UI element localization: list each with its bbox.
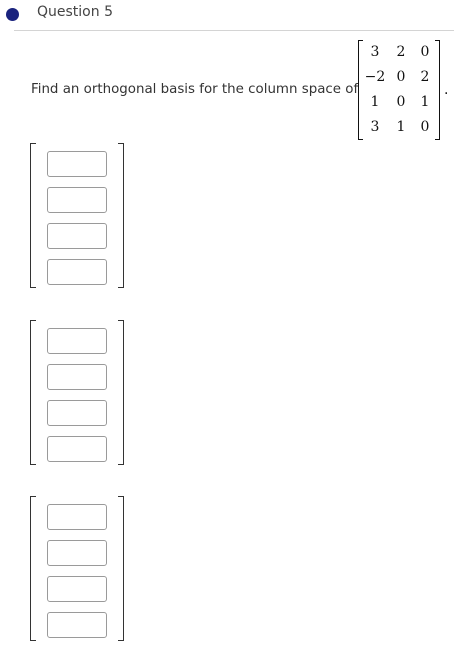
matrix-cell: 1 (420, 94, 430, 110)
matrix-left-bracket (358, 40, 363, 140)
answer-vector-1 (30, 143, 124, 288)
vector-left-bracket (30, 143, 36, 288)
vector-entry-input[interactable] (47, 328, 107, 354)
vector-right-bracket (118, 496, 124, 641)
matrix: 3 2 0 −2 0 2 1 0 1 3 1 0 (358, 40, 440, 140)
matrix-cell: 0 (420, 119, 430, 135)
vector-right-bracket (118, 143, 124, 288)
question-title: Question 5 (37, 4, 113, 20)
matrix-cell: 1 (370, 94, 380, 110)
vector-entry-input[interactable] (47, 504, 107, 530)
matrix-cell: 0 (396, 94, 406, 110)
vector-entry-input[interactable] (47, 151, 107, 177)
matrix-cell: 0 (420, 44, 430, 60)
matrix-cell: 3 (370, 119, 380, 135)
vector-entry-input[interactable] (47, 612, 107, 638)
vector-left-bracket (30, 496, 36, 641)
prompt-period: . (444, 82, 449, 98)
question-status-dot (6, 8, 19, 21)
matrix-cell: 2 (420, 69, 430, 85)
header-divider (14, 30, 454, 31)
vector-entry-input[interactable] (47, 223, 107, 249)
vector-left-bracket (30, 320, 36, 465)
vector-right-bracket (118, 320, 124, 465)
matrix-cell: 3 (370, 44, 380, 60)
matrix-cell: 1 (396, 119, 406, 135)
answer-vector-3 (30, 496, 124, 641)
matrix-cell: −2 (364, 69, 386, 85)
vector-entry-input[interactable] (47, 259, 107, 285)
matrix-cell: 2 (396, 44, 406, 60)
answer-vector-2 (30, 320, 124, 465)
vector-entry-input[interactable] (47, 187, 107, 213)
matrix-cell: 0 (396, 69, 406, 85)
matrix-right-bracket (435, 40, 440, 140)
vector-entry-input[interactable] (47, 576, 107, 602)
vector-entry-input[interactable] (47, 436, 107, 462)
question-header: Question 5 (0, 0, 454, 30)
vector-entry-input[interactable] (47, 400, 107, 426)
vector-entry-input[interactable] (47, 364, 107, 390)
question-prompt: Find an orthogonal basis for the column … (31, 82, 359, 97)
vector-entry-input[interactable] (47, 540, 107, 566)
